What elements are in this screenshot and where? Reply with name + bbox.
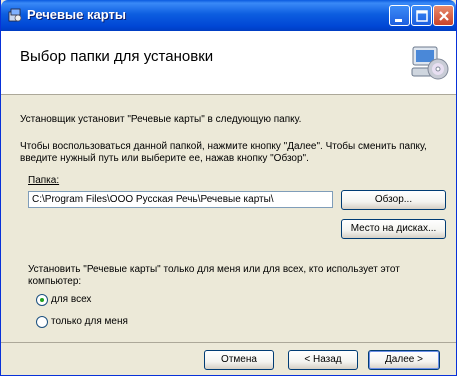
disk-cost-button[interactable]: Место на дисках... — [341, 219, 446, 239]
close-icon — [439, 11, 449, 21]
install-for-line-2: компьютер: — [28, 276, 82, 287]
installer-window: Речевые карты Выбор папки для установки — [0, 0, 457, 376]
install-for-line-1: Установить "Речевые карты" только для ме… — [28, 264, 400, 275]
cancel-button[interactable]: Отмена — [204, 350, 274, 370]
instructions-line-1: Чтобы воспользоваться данной папкой, наж… — [20, 141, 427, 152]
computer-cd-icon — [411, 46, 449, 80]
maximize-icon — [416, 10, 428, 22]
back-button[interactable]: < Назад — [288, 350, 358, 370]
minimize-icon — [395, 19, 402, 22]
intro-text: Установщик установит "Речевые карты" в с… — [20, 114, 302, 125]
instructions-line-2: введите нужный путь или выберите ее, наж… — [20, 153, 309, 164]
minimize-button[interactable] — [389, 5, 410, 26]
maximize-button[interactable] — [411, 5, 432, 26]
footer-divider — [1, 342, 456, 343]
radio-selected-dot — [40, 298, 44, 302]
folder-label: Папка: — [28, 175, 60, 186]
close-button[interactable] — [433, 5, 454, 26]
just-me-option-label[interactable]: только для меня — [51, 316, 128, 327]
title-bar[interactable]: Речевые карты — [1, 0, 456, 31]
installer-package-icon — [8, 8, 22, 22]
everyone-radio[interactable] — [36, 294, 48, 306]
wizard-header: Выбор папки для установки — [1, 31, 456, 95]
browse-button[interactable]: Обзор... — [341, 190, 446, 210]
page-title: Выбор папки для установки — [20, 48, 214, 65]
window-title: Речевые карты — [27, 7, 126, 22]
just-me-radio[interactable] — [36, 316, 48, 328]
folder-path-input[interactable]: C:\Program Files\ООО Русская Речь\Речевы… — [28, 191, 333, 208]
next-button[interactable]: Далее > — [368, 350, 440, 370]
everyone-option-label[interactable]: для всех — [51, 294, 91, 305]
